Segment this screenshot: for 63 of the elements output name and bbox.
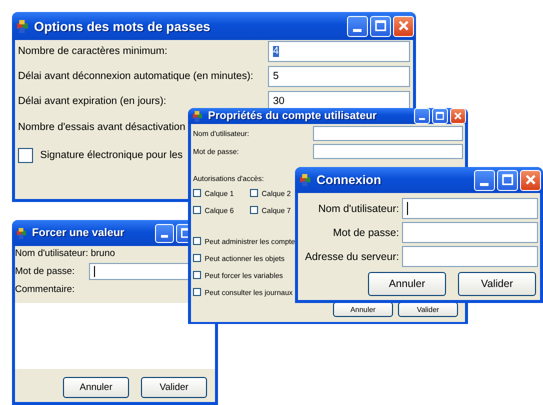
- maximize-button[interactable]: [497, 170, 518, 190]
- checkbox[interactable]: [250, 188, 258, 197]
- window-title: Options des mots de passes: [34, 18, 212, 34]
- window-title: Propriétés du compte utilisateur: [208, 110, 378, 122]
- maximize-button[interactable]: [370, 16, 391, 36]
- dialog-button[interactable]: Annuler: [63, 377, 129, 398]
- checkbox[interactable]: [193, 206, 202, 214]
- close-icon: [453, 111, 463, 121]
- checkbox[interactable]: [18, 148, 33, 163]
- dialog-button[interactable]: Valider: [458, 272, 536, 296]
- input-field[interactable]: [402, 198, 538, 219]
- window-title: Connexion: [316, 173, 382, 187]
- close-icon: [524, 173, 538, 187]
- field-label: Nombre de caractères minimum:: [18, 46, 168, 57]
- label-text: Nombre d'essais avant désactivation: [18, 122, 186, 132]
- field-value: 30: [273, 96, 284, 107]
- minimize-icon: [418, 118, 426, 120]
- minimize-button[interactable]: [474, 170, 495, 190]
- field-label: Adresse du serveur:: [304, 250, 400, 262]
- label-text: Nom d'utilisateur: bruno: [15, 248, 116, 259]
- field-label: Délai avant expiration (en jours):: [18, 96, 168, 107]
- cube-icon: [16, 228, 27, 238]
- maximize-icon: [435, 111, 445, 121]
- minimize-icon: [480, 182, 489, 186]
- minimize-button[interactable]: [414, 108, 430, 124]
- field-value: 5: [273, 71, 279, 82]
- field-label: Mot de passe:: [15, 266, 76, 277]
- maximize-button[interactable]: [432, 108, 448, 124]
- checkbox[interactable]: [193, 236, 202, 245]
- checkbox-label: Signature électronique pour les: [40, 150, 183, 161]
- checkbox[interactable]: [193, 188, 202, 197]
- field-label: Délai avant déconnexion automatique (en minutes):: [18, 71, 254, 82]
- field-label: Nom d'utilisateur:: [317, 202, 400, 214]
- input-field[interactable]: 4: [268, 41, 410, 62]
- checkbox[interactable]: [193, 288, 202, 296]
- field-label: Mot de passe:: [332, 226, 400, 238]
- dialog-button[interactable]: Valider: [141, 377, 207, 398]
- input-field[interactable]: 5: [268, 66, 410, 87]
- close-button[interactable]: [520, 170, 541, 190]
- input-field[interactable]: [402, 246, 538, 267]
- input-field[interactable]: [313, 126, 463, 141]
- label-text: Commentaire:: [15, 284, 75, 295]
- checkbox[interactable]: [193, 254, 202, 262]
- cube-icon: [16, 20, 29, 32]
- dialog-button[interactable]: Annuler: [368, 272, 446, 296]
- minimize-button[interactable]: [347, 16, 368, 36]
- maximize-icon: [500, 173, 514, 187]
- close-button[interactable]: [450, 108, 466, 124]
- minimize-button[interactable]: [155, 224, 174, 242]
- minimize-icon: [160, 235, 168, 238]
- close-button[interactable]: [393, 16, 414, 36]
- cube-icon: [192, 110, 203, 122]
- cube-icon: [299, 174, 312, 186]
- field-value: 4: [273, 46, 279, 57]
- close-icon: [396, 19, 410, 33]
- input-field[interactable]: [402, 222, 538, 243]
- window-title: Forcer une valeur: [32, 227, 126, 239]
- checkbox[interactable]: [193, 270, 202, 279]
- input-field[interactable]: [313, 144, 463, 159]
- comment-field[interactable]: [15, 303, 215, 369]
- minimize-icon: [353, 28, 362, 32]
- checkbox[interactable]: [250, 206, 258, 214]
- maximize-icon: [374, 19, 388, 33]
